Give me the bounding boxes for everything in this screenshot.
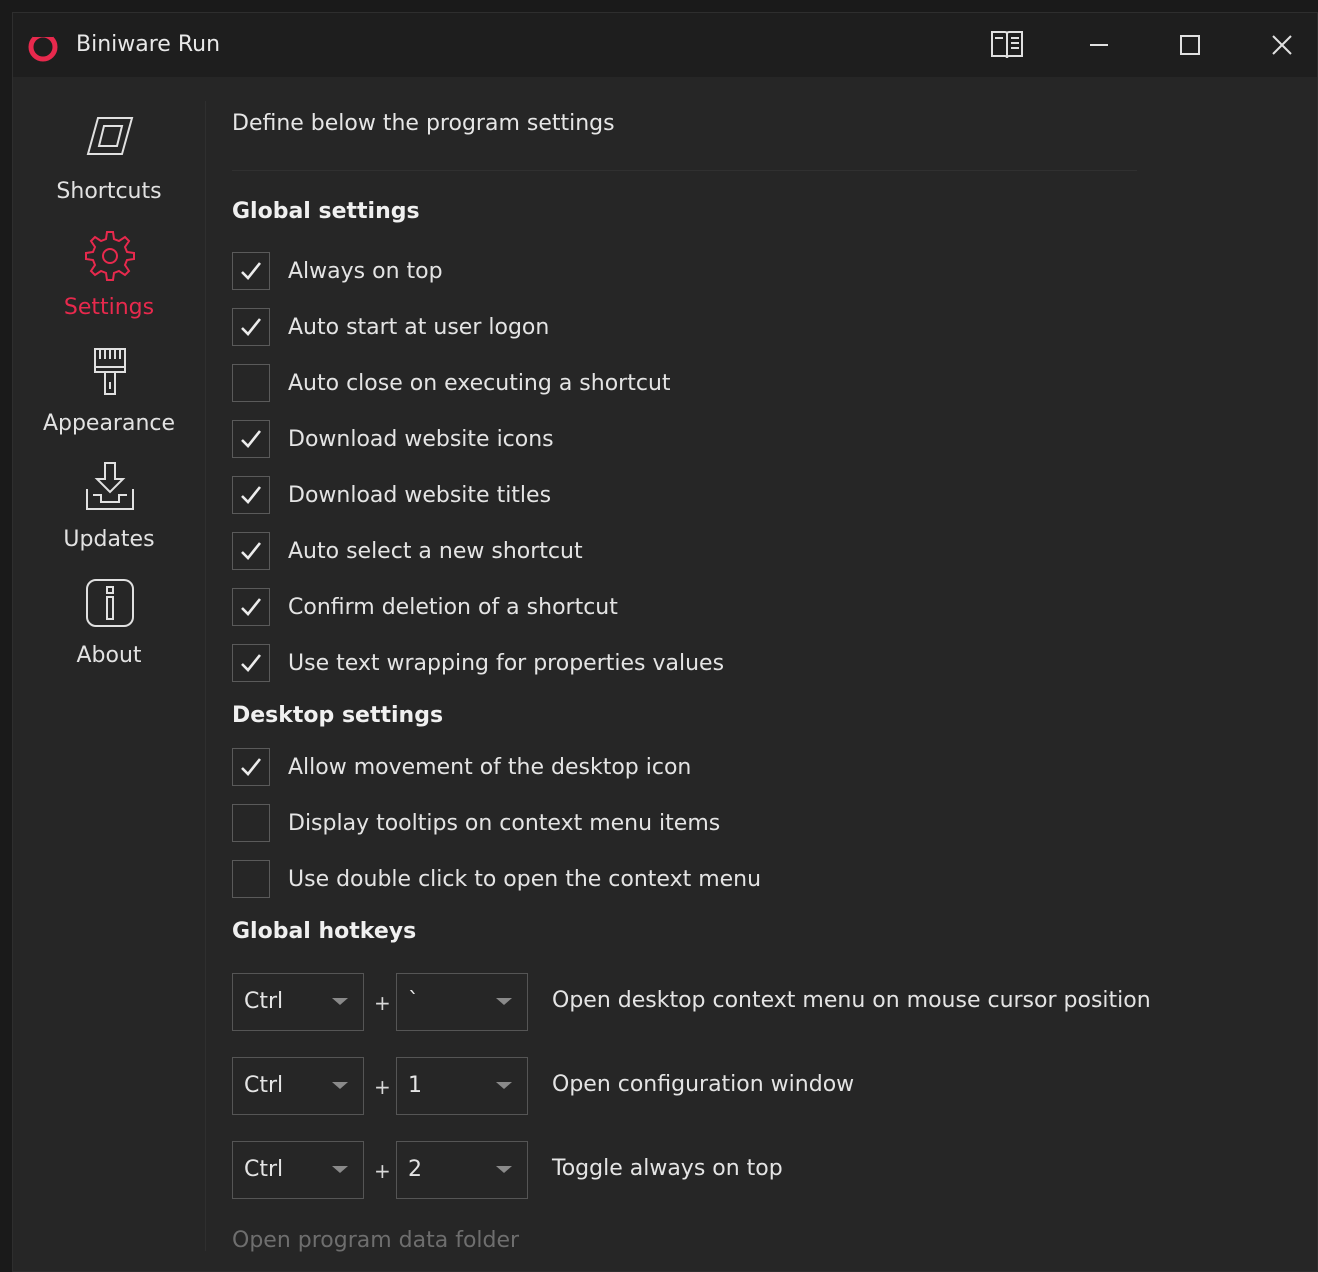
section-title-desktop: Desktop settings	[232, 703, 444, 728]
sidebar-item-updates[interactable]: Updates	[13, 461, 205, 565]
select-value: `	[408, 989, 419, 1014]
sidebar-item-label: Updates	[63, 527, 155, 552]
app-logo-icon	[28, 32, 58, 62]
checkbox[interactable]	[232, 588, 270, 626]
checkbox[interactable]	[232, 532, 270, 570]
option-label: Confirm deletion of a shortcut	[288, 594, 618, 620]
maximize-icon	[1180, 35, 1200, 55]
sidebar-item-appearance[interactable]: Appearance	[13, 345, 205, 449]
select-value: 1	[408, 1073, 422, 1098]
option-label: Download website icons	[288, 426, 554, 452]
chevron-down-icon	[496, 998, 512, 1005]
option-auto-select[interactable]: Auto select a new shortcut	[232, 531, 583, 571]
chevron-down-icon	[496, 1082, 512, 1089]
sidebar-item-about[interactable]: About	[13, 577, 205, 681]
checkbox[interactable]	[232, 308, 270, 346]
check-icon	[241, 758, 262, 776]
option-label: Display tooltips on context menu items	[288, 810, 721, 836]
check-icon	[241, 430, 262, 448]
modifier-select[interactable]: Ctrl	[232, 1057, 364, 1115]
check-icon	[241, 486, 262, 504]
maximize-button[interactable]	[1168, 25, 1212, 65]
checkbox[interactable]	[232, 804, 270, 842]
option-label: Auto close on executing a shortcut	[288, 370, 671, 396]
info-icon	[86, 579, 134, 627]
checkbox[interactable]	[232, 644, 270, 682]
check-icon	[241, 318, 262, 336]
check-icon	[241, 542, 262, 560]
window-title: Biniware Run	[76, 32, 221, 57]
page-intro: Define below the program settings	[232, 111, 615, 136]
option-always-on-top[interactable]: Always on top	[232, 251, 443, 291]
select-value: Ctrl	[244, 989, 284, 1014]
option-display-tooltips[interactable]: Display tooltips on context menu items	[232, 803, 720, 843]
minimize-icon	[1090, 44, 1108, 46]
checkbox[interactable]	[232, 860, 270, 898]
plus-sign: +	[374, 991, 391, 1015]
hotkey-description: Open configuration window	[552, 1072, 855, 1097]
open-data-folder-link[interactable]: Open program data folder	[232, 1228, 519, 1253]
modifier-select[interactable]: Ctrl	[232, 1141, 364, 1199]
sidebar-item-label: About	[76, 643, 142, 668]
option-confirm-deletion[interactable]: Confirm deletion of a shortcut	[232, 587, 618, 627]
option-text-wrapping[interactable]: Use text wrapping for properties values	[232, 643, 724, 683]
option-download-icons[interactable]: Download website icons	[232, 419, 554, 459]
option-label: Auto select a new shortcut	[288, 538, 583, 564]
checkbox[interactable]	[232, 364, 270, 402]
section-title-global: Global settings	[232, 199, 420, 224]
minimize-button[interactable]	[1077, 25, 1121, 65]
select-value: 2	[408, 1157, 422, 1182]
select-value: Ctrl	[244, 1073, 284, 1098]
hotkey-description: Toggle always on top	[552, 1156, 783, 1181]
checkbox[interactable]	[232, 748, 270, 786]
select-value: Ctrl	[244, 1157, 284, 1182]
check-icon	[241, 654, 262, 672]
check-icon	[241, 262, 262, 280]
option-auto-start[interactable]: Auto start at user logon	[232, 307, 549, 347]
gear-icon	[85, 231, 135, 281]
chevron-down-icon	[496, 1166, 512, 1173]
sidebar-item-label: Settings	[63, 295, 155, 320]
key-select[interactable]: 1	[396, 1057, 528, 1115]
option-label: Always on top	[288, 258, 443, 284]
app-window: Biniware Run Shortcuts Settings Appearan…	[12, 12, 1318, 1272]
option-label: Use text wrapping for properties values	[288, 650, 725, 676]
option-allow-movement[interactable]: Allow movement of the desktop icon	[232, 747, 691, 787]
divider	[232, 170, 1137, 171]
check-icon	[241, 598, 262, 616]
option-label: Allow movement of the desktop icon	[288, 754, 692, 780]
option-label: Download website titles	[288, 482, 552, 508]
sidebar-item-label: Shortcuts	[56, 179, 162, 204]
plus-sign: +	[374, 1075, 391, 1099]
option-auto-close[interactable]: Auto close on executing a shortcut	[232, 363, 671, 403]
plus-sign: +	[374, 1159, 391, 1183]
chevron-down-icon	[332, 1082, 348, 1089]
option-download-titles[interactable]: Download website titles	[232, 475, 551, 515]
book-icon	[991, 31, 1023, 59]
shortcuts-icon	[86, 117, 134, 155]
checkbox[interactable]	[232, 476, 270, 514]
download-icon	[86, 462, 134, 510]
sidebar-item-settings[interactable]: Settings	[13, 229, 205, 333]
key-select[interactable]: `	[396, 973, 528, 1031]
key-select[interactable]: 2	[396, 1141, 528, 1199]
modifier-select[interactable]: Ctrl	[232, 973, 364, 1031]
brush-icon	[94, 348, 126, 395]
chevron-down-icon	[332, 998, 348, 1005]
section-title-hotkeys: Global hotkeys	[232, 919, 417, 944]
checkbox[interactable]	[232, 252, 270, 290]
option-label: Auto start at user logon	[288, 314, 550, 340]
option-label: Use double click to open the context men…	[288, 866, 762, 892]
hotkey-description: Open desktop context menu on mouse curso…	[552, 988, 1151, 1013]
close-button[interactable]	[1260, 25, 1304, 65]
sidebar-item-shortcuts[interactable]: Shortcuts	[13, 113, 205, 217]
checkbox[interactable]	[232, 420, 270, 458]
close-icon	[1272, 35, 1292, 55]
reading-mode-button[interactable]	[985, 25, 1029, 65]
chevron-down-icon	[332, 1166, 348, 1173]
sidebar-item-label: Appearance	[42, 411, 176, 436]
option-double-click[interactable]: Use double click to open the context men…	[232, 859, 761, 899]
title-bar[interactable]: Biniware Run	[13, 13, 1317, 77]
sidebar: Shortcuts Settings Appearance Updates Ab…	[13, 101, 206, 1251]
